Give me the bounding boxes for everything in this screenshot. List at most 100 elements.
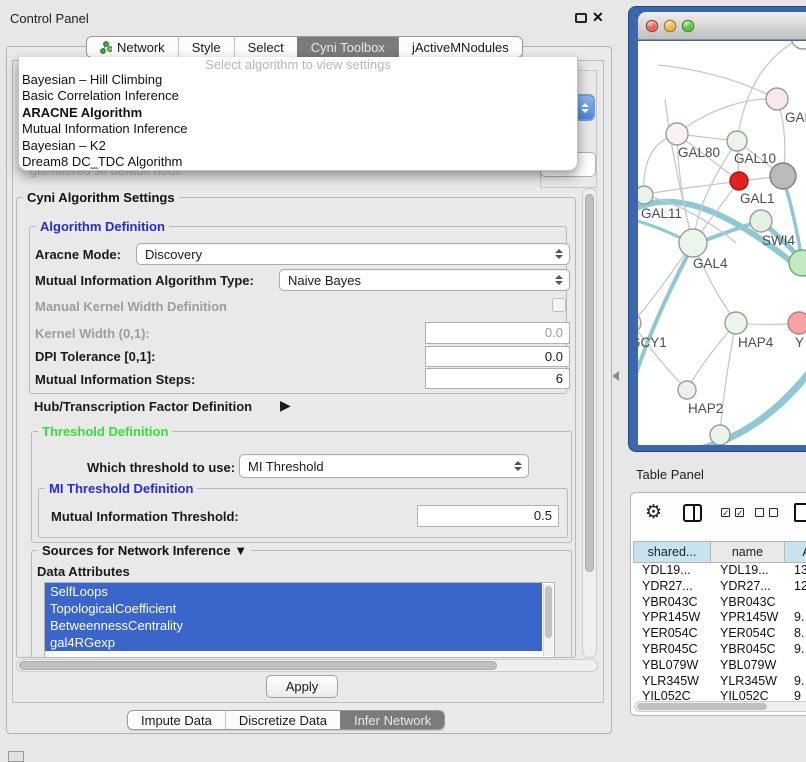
network-canvas[interactable]: GALGAL80GAL10GAL1GAL11SWI4GAL4GCY1HAP4YH…: [638, 41, 806, 445]
node-red[interactable]: [730, 172, 748, 190]
checked-box-icon[interactable]: ✓: [721, 508, 730, 517]
node-below-gal1[interactable]: [750, 210, 772, 232]
document-icon[interactable]: [794, 503, 806, 522]
table-cell: YPR145W: [711, 610, 785, 626]
aracne-mode-combo[interactable]: Discovery: [136, 243, 570, 265]
table-hscroll-thumb[interactable]: [637, 703, 767, 710]
hub-definition-label: Hub/Transcription Factor Definition: [34, 399, 252, 414]
algorithm-option-bayesian-k2[interactable]: Bayesian – K2: [19, 138, 577, 154]
network-window-titlebar[interactable]: [638, 12, 806, 40]
node-hap4[interactable]: [725, 312, 747, 334]
attribute-item-betweennesscentrality[interactable]: BetweennessCentrality: [45, 617, 542, 634]
which-threshold-combo[interactable]: MI Threshold: [239, 454, 529, 478]
settings-vscroll-thumb[interactable]: [585, 194, 594, 572]
table-cell: YDR27...: [633, 579, 711, 595]
table-cell: YBR045C: [633, 642, 711, 658]
algorithm-option-basic-correlation-inference[interactable]: Basic Correlation Inference: [19, 88, 577, 104]
collapse-arrow-icon[interactable]: ▼: [234, 543, 247, 558]
node-salmon[interactable]: [788, 312, 806, 334]
attribute-item-topologicalcoefficient[interactable]: TopologicalCoefficient: [45, 600, 542, 617]
checked-box-icon[interactable]: ✓: [735, 508, 744, 517]
table-row[interactable]: YBR045CYBR045C9.: [633, 642, 806, 658]
list-scrollbar-thumb[interactable]: [545, 586, 552, 638]
table-row[interactable]: YER054CYER054C8.: [633, 626, 806, 642]
network-edge[interactable]: [638, 245, 693, 386]
dpi-tolerance-field[interactable]: 0.0: [425, 346, 570, 367]
zoom-traffic-light[interactable]: [682, 20, 694, 32]
settings-horizontal-scrollbar[interactable]: [16, 659, 598, 672]
node-top-partial[interactable]: [791, 41, 806, 49]
attribute-item-selfloops[interactable]: SelfLoops: [45, 583, 542, 600]
table-row[interactable]: YDL19...YDL19...13: [633, 563, 806, 579]
node-label-hap2: HAP2: [688, 401, 723, 416]
tab-discretize-data[interactable]: Discretize Data: [225, 711, 340, 729]
node-gal4[interactable]: [679, 229, 707, 257]
network-edge[interactable]: [638, 323, 687, 390]
column-header-name[interactable]: name: [711, 541, 785, 563]
data-attributes-list[interactable]: SelfLoopsTopologicalCoefficientBetweenne…: [44, 582, 555, 658]
mi-steps-field[interactable]: 6: [425, 368, 570, 389]
node-bottom-partial[interactable]: [710, 425, 730, 445]
tab-cyni-toolbox[interactable]: Cyni Toolbox: [297, 37, 398, 57]
cyni-algorithm-settings-group: Cyni Algorithm Settings Algorithm Defini…: [16, 197, 576, 658]
sources-group: Sources for Network Inference ▼ Data Att…: [31, 550, 572, 658]
node-gray[interactable]: [770, 163, 796, 189]
network-edge[interactable]: [677, 99, 777, 134]
algorithm-option-mutual-information-inference[interactable]: Mutual Information Inference: [19, 121, 577, 137]
algorithm-option-bayesian-hill-climbing[interactable]: Bayesian – Hill Climbing: [19, 72, 577, 88]
table-row[interactable]: YBL079WYBL079W: [633, 658, 806, 674]
kernel-width-field[interactable]: 0.0: [425, 322, 570, 344]
mi-threshold-definition-group: MI Threshold Definition Mutual Informati…: [38, 488, 568, 538]
node-gcy1[interactable]: [638, 314, 641, 332]
algorithm-option-aracne-algorithm[interactable]: ARACNE Algorithm: [19, 105, 577, 121]
settings-vertical-scrollbar[interactable]: [582, 188, 597, 658]
control-panel-tabbar: Network Style SelectCyni ToolboxjActiveMNo…: [86, 36, 523, 58]
table-row[interactable]: YLR345WYLR345W9.: [633, 674, 806, 690]
node-gal10[interactable]: [727, 131, 747, 151]
split-column-icon[interactable]: [683, 504, 702, 522]
column-header-a[interactable]: A: [785, 541, 806, 563]
table-row[interactable]: YPR145WYPR145W9.: [633, 610, 806, 626]
gear-icon[interactable]: ⚙: [645, 502, 662, 524]
float-window-icon[interactable]: [575, 13, 587, 23]
tab-infer-network[interactable]: Infer Network: [340, 711, 444, 729]
node-gal80[interactable]: [666, 123, 688, 145]
aracne-mode-label: Aracne Mode:: [35, 247, 121, 262]
table-row[interactable]: YDR27...YDR27...12: [633, 579, 806, 595]
list-scrollbar[interactable]: [543, 584, 553, 656]
minimized-panel-icon[interactable]: [8, 751, 24, 762]
mi-type-combo[interactable]: Naive Bayes: [279, 269, 570, 291]
tab-network[interactable]: Network: [87, 37, 178, 57]
close-traffic-light[interactable]: [646, 20, 658, 32]
manual-kernel-label: Manual Kernel Width Definition: [35, 299, 227, 314]
node-hap2[interactable]: [678, 381, 696, 399]
close-icon[interactable]: ✕: [592, 9, 604, 26]
network-edge[interactable]: [644, 181, 739, 195]
mi-steps-label: Mutual Information Steps:: [35, 372, 195, 387]
network-edge[interactable]: [658, 65, 777, 99]
tab-impute-data[interactable]: Impute Data: [128, 711, 225, 729]
expand-arrow-icon[interactable]: ▶: [280, 397, 291, 414]
attribute-item-gal4rgexp[interactable]: gal4RGexp: [45, 634, 542, 651]
settings-hscroll-thumb[interactable]: [19, 661, 497, 670]
node-gal11[interactable]: [638, 186, 653, 204]
tab-label: Style: [192, 40, 221, 55]
unchecked-box-icon[interactable]: [755, 508, 764, 517]
algorithm-option-dream8-dc-tdc-algorithm[interactable]: Dream8 DC_TDC Algorithm: [19, 154, 577, 170]
minimize-traffic-light[interactable]: [664, 20, 676, 32]
tab-jactivemnodules[interactable]: jActiveMNodules: [398, 37, 522, 57]
node-right-green[interactable]: [789, 250, 806, 276]
tab-style[interactable]: Style: [178, 37, 234, 57]
table-horizontal-scrollbar[interactable]: [634, 701, 806, 712]
column-header-shared[interactable]: shared...: [633, 541, 711, 563]
splitter-collapse-icon[interactable]: [612, 371, 619, 381]
table-row[interactable]: YBR043CYBR043C: [633, 595, 806, 611]
unchecked-box-icon[interactable]: [769, 508, 778, 517]
node-pink-top[interactable]: [766, 88, 788, 110]
tab-select[interactable]: Select: [234, 37, 297, 57]
apply-button[interactable]: Apply: [266, 675, 338, 698]
network-edge[interactable]: [687, 323, 736, 390]
table-cell: YPR145W: [633, 610, 711, 626]
mi-threshold-field[interactable]: 0.5: [417, 505, 559, 527]
manual-kernel-checkbox[interactable]: [552, 298, 566, 312]
